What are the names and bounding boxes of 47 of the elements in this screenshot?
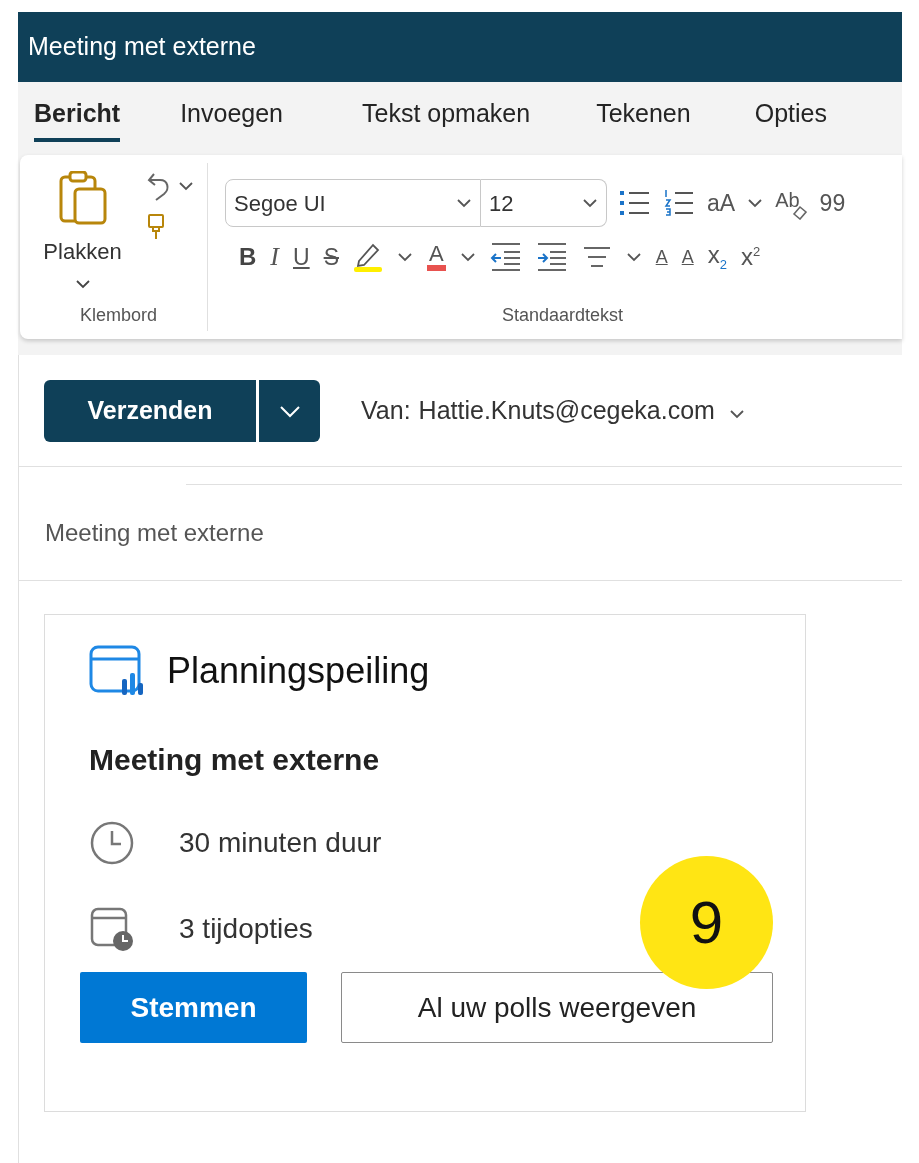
options-text: 3 tijdopties	[179, 912, 313, 946]
clock-icon	[89, 820, 135, 866]
undo-icon[interactable]	[145, 171, 172, 201]
font-color-button[interactable]: A	[427, 243, 446, 271]
italic-button[interactable]: I	[270, 244, 279, 270]
window-title: Meeting met externe	[28, 31, 256, 63]
calendar-clock-icon	[89, 906, 135, 952]
tab[interactable]: Invoegen	[180, 94, 283, 143]
highlighter-icon[interactable]	[353, 241, 383, 273]
align-center-icon[interactable]	[581, 245, 612, 269]
group-label: Standaardtekst	[502, 304, 624, 327]
clipboard-icon	[57, 171, 108, 225]
quote-button[interactable]: 99	[819, 191, 846, 215]
tab[interactable]: Tekst opmaken	[362, 94, 531, 143]
paste-button[interactable]: Plakken	[43, 171, 122, 292]
change-case-button[interactable]: aA	[707, 191, 736, 215]
from-selector[interactable]: Van: Hattie.Knuts@cegeka.com	[361, 391, 745, 430]
send-options-button[interactable]	[259, 379, 320, 442]
numbered-list-icon[interactable]	[663, 189, 695, 217]
send-button[interactable]: Verzenden	[44, 379, 256, 442]
increase-indent-icon[interactable]	[535, 242, 568, 272]
bullets-icon[interactable]	[619, 189, 651, 217]
tab[interactable]: Tekenen	[596, 94, 691, 143]
clear-formatting-button[interactable]: Ab	[775, 190, 808, 216]
font-name: Segoe UI	[234, 189, 326, 218]
meeting-title: Meeting met externe	[89, 742, 380, 778]
step-badge: 9	[640, 856, 773, 989]
subscript-button[interactable]: x$_{2}$	[707, 243, 727, 271]
paintbrush-icon[interactable]	[145, 213, 166, 241]
right-to-left-button[interactable]: A	[681, 248, 694, 266]
group-label: Klembord	[79, 304, 157, 327]
duration-text: 30 minuten duur	[179, 826, 382, 860]
vote-button[interactable]: Stemmen	[80, 972, 307, 1043]
tab[interactable]: Bericht	[34, 94, 121, 143]
font-size: 12	[489, 189, 514, 218]
view-polls-button[interactable]: Al uw polls weergeven	[341, 972, 773, 1043]
font-size-select[interactable]: 12	[481, 179, 607, 227]
tab[interactable]: Opties	[754, 94, 827, 143]
underline-button[interactable]: U	[293, 245, 310, 269]
decrease-indent-icon[interactable]	[489, 242, 522, 272]
font-select[interactable]: Segoe UI	[225, 179, 481, 227]
superscript-button[interactable]: x$^{2}$	[740, 245, 761, 269]
bold-button[interactable]: B	[239, 245, 257, 269]
left-to-right-button[interactable]: A	[655, 248, 668, 266]
subject-field[interactable]: Meeting met externe	[45, 514, 264, 551]
card-title: Planningspeiling	[167, 649, 430, 693]
strikethrough-button[interactable]: S	[323, 245, 339, 269]
